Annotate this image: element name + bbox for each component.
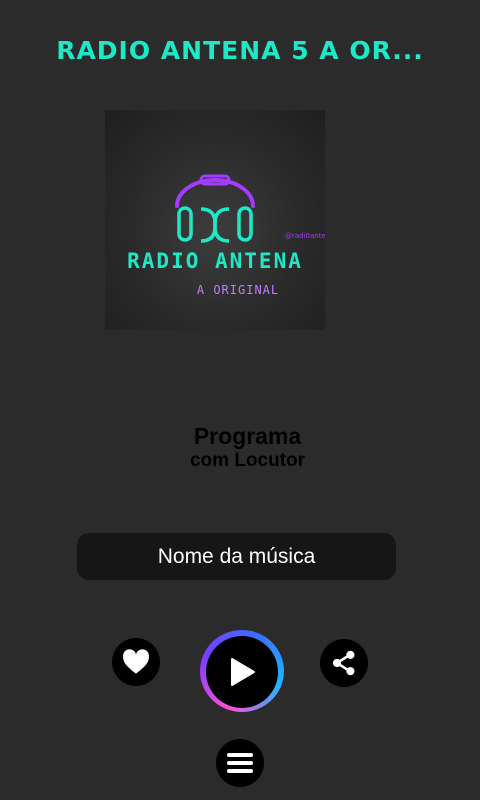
play-button[interactable] [200, 630, 284, 712]
menu-button[interactable] [216, 739, 264, 787]
headphones-logo: @radi0ante RADIO ANTENA A ORIGINAL [127, 174, 325, 297]
hamburger-menu-icon [227, 753, 253, 773]
like-button[interactable] [112, 638, 160, 686]
heart-icon [123, 649, 149, 674]
artwork-station-name: RADIO ANTENA [127, 249, 303, 273]
artwork-handle: @radi0ante [285, 232, 325, 240]
program-info: Programa com Locutor [0, 423, 480, 473]
program-name: Programa [193, 423, 302, 449]
song-name-display: Nome da música [77, 533, 396, 580]
program-host: com Locutor [189, 450, 306, 471]
share-button[interactable] [320, 639, 368, 687]
play-icon [231, 658, 255, 686]
radio-logo-artwork: @radi0ante RADIO ANTENA A ORIGINAL [105, 110, 325, 330]
app-title: RADIO ANTENA 5 A OR... [56, 36, 424, 65]
share-icon [332, 650, 355, 676]
artwork-tagline: A ORIGINAL [197, 283, 279, 297]
